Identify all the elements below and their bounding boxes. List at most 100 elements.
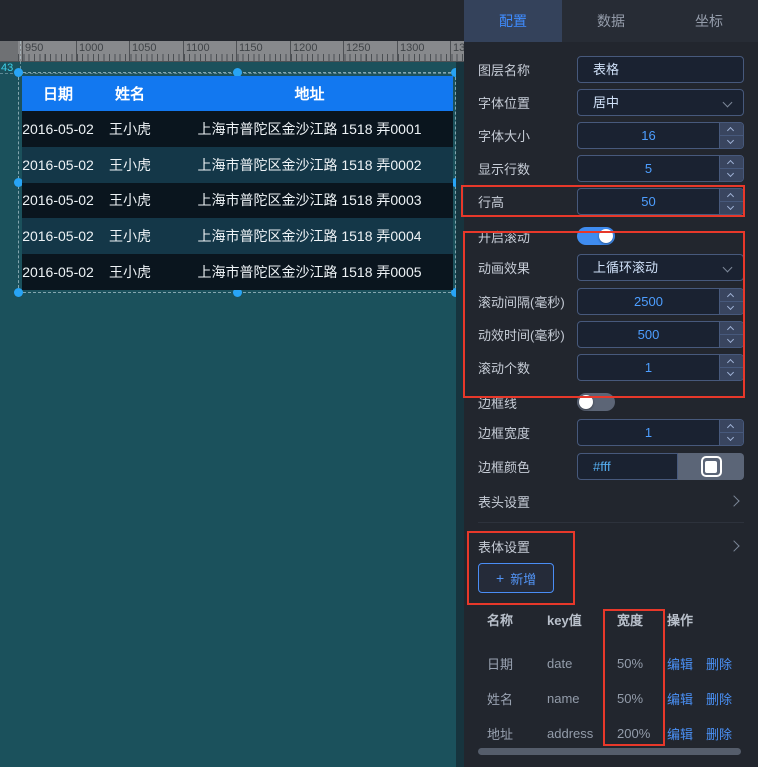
col-header-key: key值 (547, 610, 617, 629)
scroll-toggle[interactable] (577, 227, 615, 245)
column-width: 200% (617, 726, 667, 741)
row-height-input[interactable]: 50 (577, 188, 744, 215)
stepper (719, 123, 743, 148)
animation-duration-label: 动效时间(毫秒) (478, 325, 577, 344)
border-width-input[interactable]: 1 (577, 419, 744, 446)
cell-date: 2016-05-02 (22, 157, 94, 173)
toggle-knob (599, 229, 613, 243)
design-canvas[interactable]: 43 日期 姓名 地址 2016-05-02 (0, 62, 456, 767)
scroll-enabled-label: 开启滚动 (478, 227, 577, 246)
increment-button[interactable] (720, 156, 743, 169)
decrement-button[interactable] (720, 169, 743, 181)
field-scroll-enabled: 开启滚动 (478, 225, 744, 247)
delete-link[interactable]: 删除 (706, 724, 732, 743)
canvas-right-strip (456, 62, 464, 767)
panel-tabs: 配置 数据 坐标 (464, 0, 758, 42)
field-border-color: 边框颜色 #fff (478, 453, 744, 480)
edit-link[interactable]: 编辑 (667, 689, 693, 708)
row-count-input[interactable]: 5 (577, 155, 744, 182)
add-column-button[interactable]: + 新增 (478, 563, 554, 593)
toggle-knob (579, 395, 593, 409)
decrement-button[interactable] (720, 202, 743, 214)
animation-select[interactable]: 上循环滚动 (577, 254, 744, 281)
row-count-label: 显示行数 (478, 159, 577, 178)
cell-name: 王小虎 (94, 262, 166, 282)
scroll-interval-input[interactable]: 2500 (577, 288, 744, 315)
ruler-tick (236, 41, 237, 62)
section-header-settings[interactable]: 表头设置 (478, 486, 744, 516)
chevron-down-icon (727, 137, 734, 144)
chevron-down-icon (723, 263, 733, 273)
font-position-label: 字体位置 (478, 93, 577, 112)
font-position-select[interactable]: 居中 (577, 89, 744, 116)
table-row: 2016-05-02 王小虎 上海市普陀区金沙江路 1518 弄0001 (22, 111, 453, 147)
color-picker-button[interactable] (678, 453, 744, 480)
decrement-button[interactable] (720, 433, 743, 445)
column-name: 地址 (487, 724, 547, 743)
ruler-label: 950 (25, 42, 43, 54)
decrement-button[interactable] (720, 335, 743, 347)
ruler-label: 1300 (400, 42, 424, 54)
cell-name: 王小虎 (94, 155, 166, 175)
border-color-input[interactable]: #fff (577, 453, 678, 480)
table-row: 2016-05-02 王小虎 上海市普陀区金沙江路 1518 弄0003 (22, 183, 453, 219)
border-width-label: 边框宽度 (478, 423, 577, 442)
ruler-label: 1250 (346, 42, 370, 54)
column-header: 日期 (22, 83, 94, 104)
horizontal-scrollbar[interactable] (478, 748, 741, 755)
color-swatch-icon (701, 456, 722, 477)
edit-link[interactable]: 编辑 (667, 724, 693, 743)
layer-name-input[interactable]: 表格 (577, 56, 744, 83)
delete-link[interactable]: 删除 (706, 654, 732, 673)
app-window: 950 1000 1050 1100 1150 1200 1250 1300 1… (0, 0, 758, 767)
increment-button[interactable] (720, 123, 743, 136)
column-header: 地址 (166, 83, 453, 104)
section-body-settings[interactable]: 表体设置 (478, 531, 744, 561)
decrement-button[interactable] (720, 302, 743, 314)
decrement-button[interactable] (720, 136, 743, 148)
edit-link[interactable]: 编辑 (667, 654, 693, 673)
chevron-up-icon (727, 293, 734, 300)
color-swatch-fill (705, 461, 717, 473)
font-size-input[interactable]: 16 (577, 122, 744, 149)
field-scroll-count: 滚动个数 1 (478, 354, 744, 381)
table-widget[interactable]: 日期 姓名 地址 2016-05-02 王小虎 上海市普陀区金沙江路 1518 … (22, 76, 453, 290)
animation-duration-input[interactable]: 500 (577, 321, 744, 348)
cell-address: 上海市普陀区金沙江路 1518 弄0003 (166, 190, 453, 210)
chevron-down-icon (727, 203, 734, 210)
columns-table-row: 地址 address 200% 编辑 删除 (487, 718, 748, 748)
header-settings-label: 表头设置 (478, 492, 530, 511)
ruler-label: 1150 (239, 42, 263, 54)
chevron-down-icon (727, 369, 734, 376)
border-line-toggle[interactable] (577, 393, 615, 411)
tab-coordinates[interactable]: 坐标 (660, 0, 758, 42)
tab-data[interactable]: 数据 (562, 0, 660, 42)
row-count-value: 5 (578, 156, 719, 181)
table-row: 2016-05-02 王小虎 上海市普陀区金沙江路 1518 弄0002 (22, 147, 453, 183)
ruler-tick (397, 41, 398, 62)
decrement-button[interactable] (720, 368, 743, 380)
increment-button[interactable] (720, 355, 743, 368)
chevron-up-icon (727, 193, 734, 200)
cell-date: 2016-05-02 (22, 121, 94, 137)
delete-link[interactable]: 删除 (706, 689, 732, 708)
stepper (719, 322, 743, 347)
chevron-right-icon (728, 495, 739, 506)
ruler-label: 1050 (132, 42, 156, 54)
ruler-tick (76, 41, 77, 62)
increment-button[interactable] (720, 420, 743, 433)
divider (478, 522, 744, 523)
tab-config[interactable]: 配置 (464, 0, 562, 42)
layer-name-label: 图层名称 (478, 60, 577, 79)
font-size-value: 16 (578, 123, 719, 148)
cell-address: 上海市普陀区金沙江路 1518 弄0001 (166, 119, 453, 139)
ruler-tick (129, 41, 130, 62)
field-row-height: 行高 50 (478, 188, 744, 215)
field-font-position: 字体位置 居中 (478, 89, 744, 116)
column-key: address (547, 726, 617, 741)
col-header-width: 宽度 (617, 610, 667, 629)
scroll-count-input[interactable]: 1 (577, 354, 744, 381)
increment-button[interactable] (720, 289, 743, 302)
increment-button[interactable] (720, 322, 743, 335)
increment-button[interactable] (720, 189, 743, 202)
